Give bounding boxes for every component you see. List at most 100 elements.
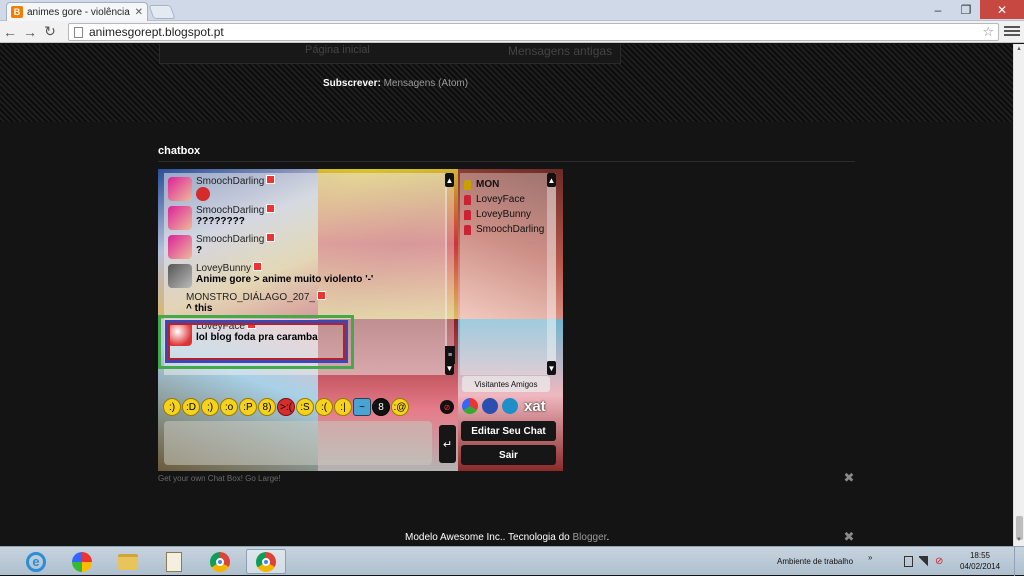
smile-icon[interactable]: :) [163, 398, 181, 416]
taskbar-ie[interactable]: e [16, 549, 56, 574]
close-tab-icon[interactable]: ✕ [135, 7, 143, 18]
chatbox: SmoochDarling SmoochDarling ???????? Smo… [158, 169, 563, 471]
window-controls: – ❐ ✕ [924, 0, 1024, 19]
message-author[interactable]: SmoochDarling [196, 204, 447, 216]
close-window-icon[interactable]: ✕ [980, 0, 1024, 19]
user-item[interactable]: MON [464, 177, 499, 192]
restore-icon[interactable]: ❐ [952, 0, 980, 19]
browser-tab[interactable]: B animes gore - violência nã ✕ [6, 2, 148, 21]
neutral-icon[interactable]: :| [334, 398, 352, 416]
taskbar-chrome-active[interactable] [246, 549, 286, 574]
chrome-icon [210, 551, 230, 572]
scroll-up-icon[interactable]: ▲ [547, 173, 556, 187]
clock-date: 04/02/2014 [960, 562, 1001, 571]
highlight-inner [168, 323, 345, 360]
forward-icon[interactable]: → [20, 22, 40, 42]
desktop-toolbar-label[interactable]: Ambiente de trabalho [777, 557, 853, 566]
xat-logo[interactable]: xat [524, 398, 546, 415]
avatar [168, 206, 192, 230]
exit-button[interactable]: Sair [461, 445, 556, 465]
edit-chat-button[interactable]: Editar Seu Chat [461, 421, 556, 441]
blog-footer: Modelo Awesome Inc.. Tecnologia do Blogg… [405, 532, 610, 543]
eight-ball-icon[interactable]: 8 [372, 398, 390, 416]
battery-icon[interactable] [904, 556, 913, 567]
blogger-icon: B [11, 6, 23, 18]
menu-icon[interactable] [1004, 23, 1020, 39]
message-text [196, 187, 447, 205]
wrench-icon[interactable]: ✖ [842, 471, 856, 485]
taskbar-app[interactable] [62, 549, 102, 574]
tongue-icon[interactable]: :P [239, 398, 257, 416]
media-icon [72, 551, 92, 572]
surprised-icon[interactable]: :o [220, 398, 238, 416]
grin-icon[interactable]: :D [182, 398, 200, 416]
scroll-down-icon[interactable]: ▼ [547, 361, 556, 375]
smiley-bar: :) :D ;) :o :P 8) >:( :S :( :| ~ 8 :@ [163, 398, 409, 416]
show-desktop-button[interactable] [1014, 547, 1024, 576]
page-scrollbar[interactable]: ▲ ▼ [1013, 44, 1024, 546]
friends-icon[interactable] [462, 398, 478, 414]
chat-input-box[interactable] [164, 421, 432, 465]
globe-icon[interactable] [502, 398, 518, 414]
mad-icon[interactable]: >:( [277, 398, 295, 416]
atom-feed-link[interactable]: Mensagens (Atom) [384, 78, 468, 89]
clock[interactable]: 18:55 04/02/2014 [960, 550, 1000, 572]
user-list: MON LoveyFace LoveyBunny SmoochDarling [460, 173, 556, 375]
subscribe-label: Subscrever: [323, 78, 381, 89]
bookmark-star-icon[interactable]: ☆ [982, 24, 994, 40]
wink-icon[interactable]: ;) [201, 398, 219, 416]
more-icon[interactable]: ≡ [445, 346, 455, 364]
show-hidden-icons-icon[interactable]: » [868, 553, 872, 562]
scroll-up-icon[interactable]: ▲ [445, 173, 454, 187]
message-text: ^ this [186, 303, 213, 314]
send-icon[interactable]: ↵ [439, 425, 456, 463]
minimize-icon[interactable]: – [924, 0, 952, 19]
confused-icon[interactable]: :S [296, 398, 314, 416]
wave-icon[interactable]: ~ [353, 398, 371, 416]
message-author[interactable]: SmoochDarling [196, 233, 447, 245]
chat-message-input[interactable] [164, 421, 432, 465]
chat-controls: xat [462, 398, 546, 415]
address-bar[interactable]: ☆ [68, 23, 999, 41]
scroll-down-icon[interactable]: ▼ [1016, 537, 1022, 543]
taskbar-app[interactable] [154, 549, 194, 574]
taskbar-explorer[interactable] [108, 549, 148, 574]
url-input[interactable] [89, 25, 969, 39]
taskbar-chrome[interactable] [200, 549, 240, 574]
user-item[interactable]: SmoochDarling [464, 222, 544, 237]
message-author[interactable]: SmoochDarling [196, 175, 447, 187]
wrench-icon[interactable]: ✖ [842, 530, 856, 544]
help-icon[interactable] [482, 398, 498, 414]
cool-icon[interactable]: 8) [258, 398, 276, 416]
avatar [168, 177, 192, 201]
user-item[interactable]: LoveyBunny [464, 207, 531, 222]
avatar [168, 264, 192, 288]
blogger-link[interactable]: Blogger [573, 532, 607, 543]
subscribe-line: Subscrever: Mensagens (Atom) [323, 78, 468, 89]
back-icon[interactable]: ← [0, 22, 20, 42]
home-link[interactable]: Página inicial [305, 44, 370, 56]
volume-muted-icon[interactable]: ⊘ [935, 556, 944, 567]
user-scrollbar[interactable]: ▲ ▼ [547, 173, 556, 375]
mute-sound-icon[interactable]: ⊘ [440, 400, 454, 414]
signal-icon[interactable] [919, 556, 928, 567]
older-posts-link[interactable]: Mensagens antigas [508, 44, 612, 58]
message-author[interactable]: MONSTRO_DIÁLAGO_207_ [186, 291, 447, 303]
chatbox-promo[interactable]: Get your own Chat Box! Go Large! [158, 474, 281, 483]
message-scrollbar[interactable]: ▲ ▼ [445, 173, 454, 375]
sad-icon[interactable]: :( [315, 398, 333, 416]
chat-message: LoveyBunny Anime gore > anime muito viol… [164, 262, 447, 291]
divider [158, 161, 855, 162]
page-content: Página inicial Mensagens antigas Subscre… [0, 44, 1013, 546]
chat-message: SmoochDarling [164, 175, 447, 204]
new-tab-button[interactable] [148, 5, 176, 19]
message-author[interactable]: LoveyBunny [196, 262, 447, 274]
avatar [168, 235, 192, 259]
tab-visitors-friends[interactable]: Visitantes Amigos [462, 376, 550, 392]
reload-icon[interactable]: ↻ [40, 22, 60, 42]
user-item[interactable]: LoveyFace [464, 192, 525, 207]
scroll-up-icon[interactable]: ▲ [1016, 46, 1022, 52]
chat-message: SmoochDarling ? [164, 233, 447, 262]
crazy-icon[interactable]: :@ [391, 398, 409, 416]
message-text: ???????? [196, 216, 245, 227]
